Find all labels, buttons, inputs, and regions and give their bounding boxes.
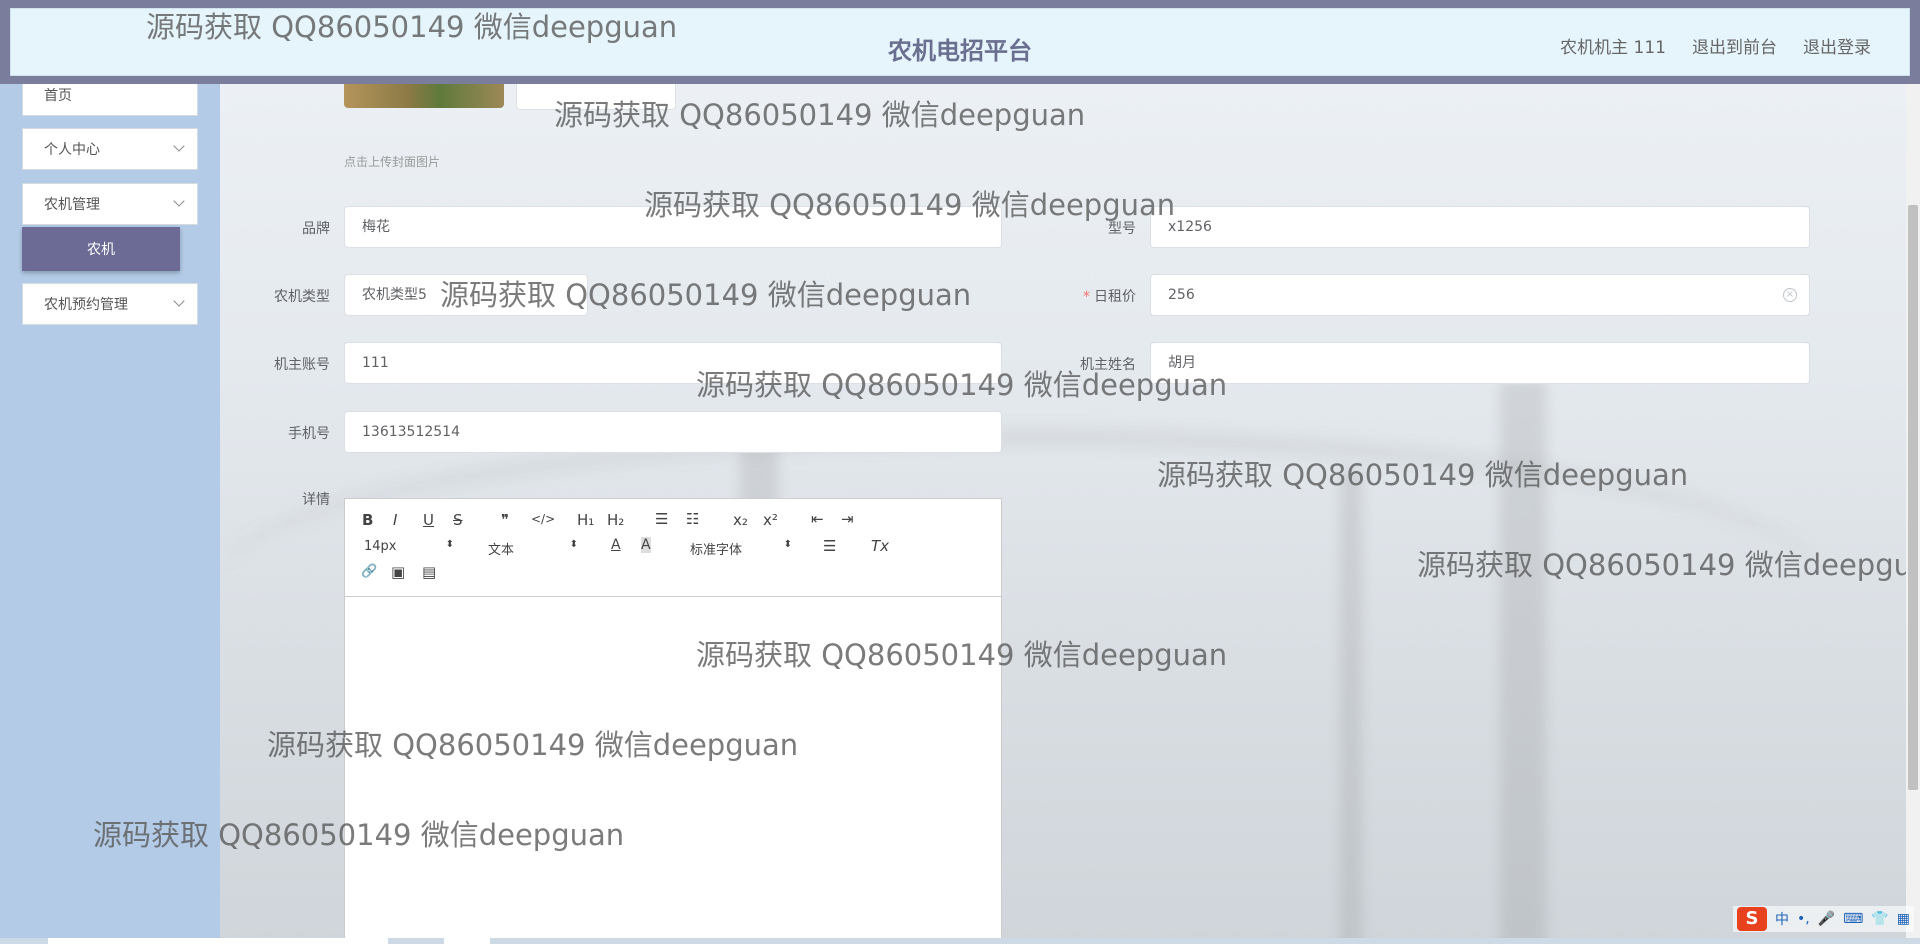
brand-label: 品牌 [302, 221, 330, 237]
bottom-strip [0, 938, 1920, 944]
owner-account-input[interactable]: 111 [344, 342, 1002, 384]
details-label: 详情 [302, 492, 330, 508]
editor-toolbar: B I U S ❞ </> H₁ H₂ ☰ ☷ x₂ x² ⇤ ⇥ 14px ⬍ … [345, 499, 1001, 597]
owner-name-input[interactable]: 胡月 [1150, 342, 1810, 384]
sidebar-subitem-label: 农机 [87, 242, 115, 258]
strike-button[interactable]: S [453, 511, 463, 529]
back-to-front-link[interactable]: 退出到前台 [1692, 33, 1777, 58]
select-arrow-icon: ⬍ [783, 539, 792, 550]
text-color-icon[interactable]: A [611, 537, 621, 553]
tools-icon[interactable]: ▦ [1897, 911, 1910, 927]
upload-hint: 点击上传封面图片 [344, 155, 441, 169]
brand-input[interactable]: 梅花 [344, 206, 1002, 248]
sidebar-item-label: 个人中心 [44, 142, 100, 158]
keyboard-icon[interactable]: ⌨ [1843, 911, 1863, 927]
background-color-icon[interactable]: A [641, 537, 651, 553]
current-user-label: 农机机主 111 [1560, 38, 1666, 58]
ime-logo-icon[interactable]: S [1736, 907, 1767, 931]
ordered-list-icon[interactable]: ☰ [655, 510, 668, 528]
chevron-down-icon [173, 295, 185, 307]
daily-rent-value: 256 [1168, 287, 1195, 303]
owner-name-label: 机主姓名 [1080, 357, 1136, 373]
logout-link[interactable]: 退出登录 [1803, 33, 1871, 58]
underline-button[interactable]: U [423, 511, 434, 529]
owner-account-label: 机主账号 [274, 357, 330, 373]
daily-rent-input[interactable]: 256 × [1150, 274, 1810, 316]
editor-content-area[interactable] [345, 597, 1001, 944]
format-value: 文本 [488, 543, 515, 558]
rich-text-editor: B I U S ❞ </> H₁ H₂ ☰ ☷ x₂ x² ⇤ ⇥ 14px ⬍ … [344, 498, 1002, 944]
font-family-value: 标准字体 [690, 543, 743, 558]
ime-mode-toggle[interactable]: 中 [1775, 909, 1789, 929]
sidebar-item-reservation-management[interactable]: 农机预约管理 [22, 283, 198, 325]
image-icon[interactable]: ▣ [391, 563, 405, 581]
format-select[interactable]: 文本 ⬍ [488, 539, 578, 558]
bold-button[interactable]: B [362, 511, 373, 529]
superscript-button[interactable]: x² [763, 511, 778, 529]
header-bar: 农机电招平台 农机机主 111 退出到前台 退出登录 [10, 8, 1910, 76]
daily-rent-label-text: 日租价 [1094, 289, 1136, 305]
machine-type-label: 农机类型 [274, 289, 330, 305]
font-size-value: 14px [364, 539, 397, 554]
heading2-button[interactable]: H₂ [607, 511, 624, 529]
bottom-strip-segment [48, 938, 388, 944]
chevron-down-icon [173, 140, 185, 152]
required-mark: * [1083, 289, 1090, 305]
heading1-button[interactable]: H₁ [577, 511, 594, 529]
clear-icon[interactable]: × [1783, 288, 1797, 302]
model-label: 型号 [1108, 221, 1136, 237]
quote-icon[interactable]: ❞ [501, 511, 509, 529]
sidebar-item-label: 农机管理 [44, 197, 100, 213]
sidebar-item-label: 首页 [44, 87, 72, 104]
microphone-icon[interactable]: 🎤 [1818, 911, 1835, 927]
model-input[interactable]: x1256 [1150, 206, 1810, 248]
sidebar: 首页 个人中心 农机管理 农机 农机预约管理 [0, 0, 220, 944]
video-icon[interactable]: ▤ [422, 563, 436, 581]
phone-label: 手机号 [288, 426, 330, 442]
header-links: 农机机主 111 退出到前台 退出登录 [1560, 33, 1871, 58]
italic-button[interactable]: I [393, 511, 397, 529]
clean-format-icon[interactable]: Tx [871, 537, 889, 555]
bullet-list-icon[interactable]: ☷ [686, 510, 699, 528]
sidebar-item-label: 农机预约管理 [44, 297, 128, 313]
sidebar-item-personal-center[interactable]: 个人中心 [22, 128, 198, 170]
phone-input[interactable]: 13613512514 [344, 411, 1002, 453]
chevron-down-icon [173, 195, 185, 207]
sidebar-subitem-machine[interactable]: 农机 [22, 227, 180, 271]
skin-icon[interactable]: 👕 [1871, 911, 1888, 927]
font-size-select[interactable]: 14px ⬍ [364, 539, 454, 554]
subscript-button[interactable]: x₂ [733, 511, 748, 529]
cover-image-thumbnail[interactable] [344, 84, 504, 108]
machine-type-select[interactable]: 农机类型5 [344, 274, 588, 316]
align-icon[interactable]: ☰ [823, 537, 836, 555]
bottom-strip-segment [444, 938, 490, 944]
select-arrow-icon: ⬍ [569, 539, 578, 550]
code-icon[interactable]: </> [531, 512, 555, 526]
indent-icon[interactable]: ⇥ [841, 510, 854, 528]
ime-punct-icon[interactable]: •, [1797, 911, 1810, 927]
top-header: 农机电招平台 农机机主 111 退出到前台 退出登录 [0, 0, 1920, 84]
daily-rent-label: * 日租价 [1026, 286, 1136, 306]
select-arrow-icon: ⬍ [445, 539, 454, 550]
cover-image-upload-box[interactable] [516, 84, 676, 110]
ime-toolbar: S 中 •, 🎤 ⌨ 👕 ▦ [1732, 906, 1914, 932]
link-icon[interactable]: 🔗 [361, 564, 377, 579]
sidebar-item-machine-management[interactable]: 农机管理 [22, 183, 198, 225]
font-family-select[interactable]: 标准字体 ⬍ [690, 539, 792, 558]
scrollbar-thumb[interactable] [1908, 205, 1918, 790]
outdent-icon[interactable]: ⇤ [811, 510, 824, 528]
